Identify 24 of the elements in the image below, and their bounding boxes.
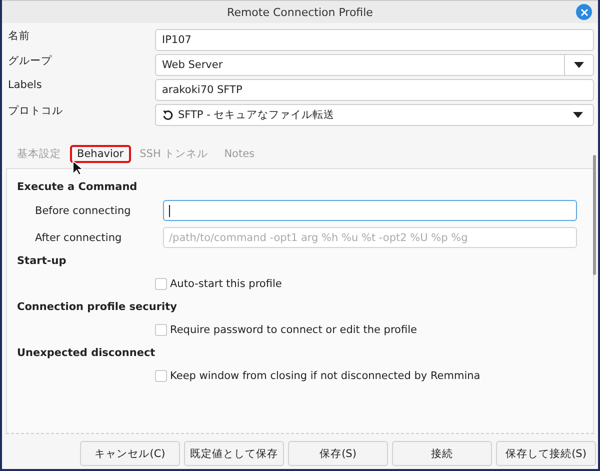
protocol-dropdown[interactable]: SFTP - セキュアなファイル転送: [155, 104, 594, 126]
dialog-button[interactable]: 既定値として保存: [184, 441, 284, 466]
section-heading: Execute a Command: [17, 180, 138, 195]
field-label: Labels: [8, 79, 43, 91]
field-label: グループ: [8, 54, 53, 68]
field-label: プロトコル: [8, 104, 64, 118]
field-label: After connecting: [34, 232, 123, 244]
field-label: Before connecting: [34, 204, 132, 216]
dialog-button[interactable]: 保存(S): [288, 441, 388, 466]
section-heading: Unexpected disconnect: [17, 346, 156, 361]
dialog-button[interactable]: 保存して接続(S): [496, 441, 596, 466]
tab[interactable]: Behavior: [70, 145, 131, 163]
text-field[interactable]: arakoki70 SFTP: [155, 79, 594, 101]
window-title: Remote Connection Profile: [227, 6, 373, 18]
dialog-button[interactable]: キャンセル(C): [80, 441, 180, 466]
text-field[interactable]: IP107: [155, 29, 594, 51]
section-heading: Connection profile security: [17, 300, 178, 315]
field-label: 名前: [8, 29, 31, 43]
dialog-button[interactable]: 接続: [392, 441, 492, 466]
group-combo-box[interactable]: Web Server: [155, 54, 594, 76]
checkbox-label: Auto-start this profile: [170, 278, 282, 290]
checkbox-label: Require password to connect or edit the profile: [170, 324, 417, 336]
section-heading: Start-up: [17, 254, 68, 269]
checkbox-label: Keep window from closing if not disconnected by Remmina: [170, 370, 480, 382]
